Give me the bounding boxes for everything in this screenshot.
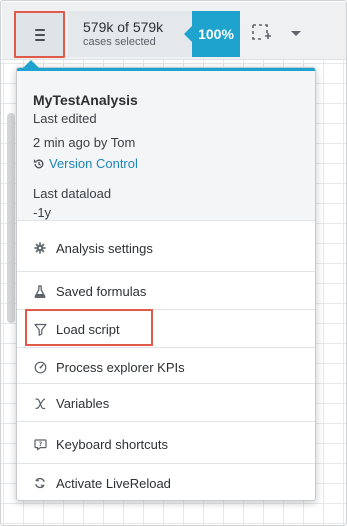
cases-label: cases selected [83, 36, 156, 48]
refresh-icon [33, 476, 47, 490]
gear-icon [33, 241, 47, 255]
analysis-info-panel: MyTestAnalysis Last edited 2 min ago by … [17, 71, 315, 221]
selection-percent-badge: 100% [184, 11, 240, 57]
italic-x-icon [33, 396, 47, 410]
menu-item-saved-formulas[interactable]: Saved formulas [17, 273, 315, 309]
menu-item-label: Analysis settings [56, 240, 153, 256]
menu-divider [17, 347, 315, 348]
menu-divider [17, 421, 315, 422]
menu-item-label: Load script [56, 321, 120, 337]
svg-text:?: ? [38, 441, 42, 448]
gauge-icon [33, 360, 47, 374]
menu-item-activate-livereload[interactable]: Activate LiveReload [17, 465, 315, 500]
menu-item-label: Saved formulas [56, 283, 147, 299]
menu-divider [17, 463, 315, 464]
history-icon [33, 159, 44, 168]
last-dataload-label: Last dataload [33, 186, 112, 201]
keyboard-shortcut-icon: ? [33, 437, 47, 451]
version-control-label: Version Control [49, 156, 138, 171]
analysis-name: MyTestAnalysis [33, 92, 138, 108]
version-control-link[interactable]: Version Control [33, 154, 315, 173]
menu-item-process-explorer-kpis[interactable]: Process explorer KPIs [17, 349, 315, 385]
main-menu-dropdown: MyTestAnalysis Last edited 2 min ago by … [16, 67, 316, 501]
toolbar: 579k of 579k cases selected 100% [2, 2, 346, 60]
main-menu-button[interactable] [14, 11, 65, 58]
filter-icon [33, 322, 47, 336]
menu-item-label: Activate LiveReload [56, 475, 171, 491]
last-edited-value: 2 min ago by Tom [33, 135, 136, 150]
dropdown-pointer [23, 60, 39, 68]
menu-item-load-script[interactable]: Load script [17, 311, 315, 347]
menu-divider [17, 383, 315, 384]
menu-divider [17, 271, 315, 272]
menu-item-keyboard-shortcuts[interactable]: ? Keyboard shortcuts [17, 426, 315, 462]
hamburger-icon [34, 28, 45, 41]
menu-item-label: Process explorer KPIs [56, 359, 185, 375]
menu-item-label: Variables [56, 395, 110, 411]
menu-item-label: Keyboard shortcuts [56, 436, 169, 452]
selection-add-icon[interactable] [251, 23, 271, 43]
app-window: 579k of 579k cases selected 100% MyTestA… [0, 0, 347, 526]
menu-item-analysis-settings[interactable]: Analysis settings [17, 230, 315, 266]
cases-selection-summary[interactable]: 579k of 579k cases selected [68, 11, 192, 57]
cases-count: 579k of 579k [83, 19, 164, 35]
scrollbar[interactable] [7, 113, 15, 323]
menu-divider [17, 309, 315, 310]
menu-item-variables[interactable]: Variables [17, 385, 315, 421]
last-dataload-value: -1y [33, 205, 52, 220]
last-edited-label: Last edited [33, 111, 97, 126]
chevron-down-icon[interactable] [290, 30, 302, 38]
flask-icon [33, 284, 47, 298]
